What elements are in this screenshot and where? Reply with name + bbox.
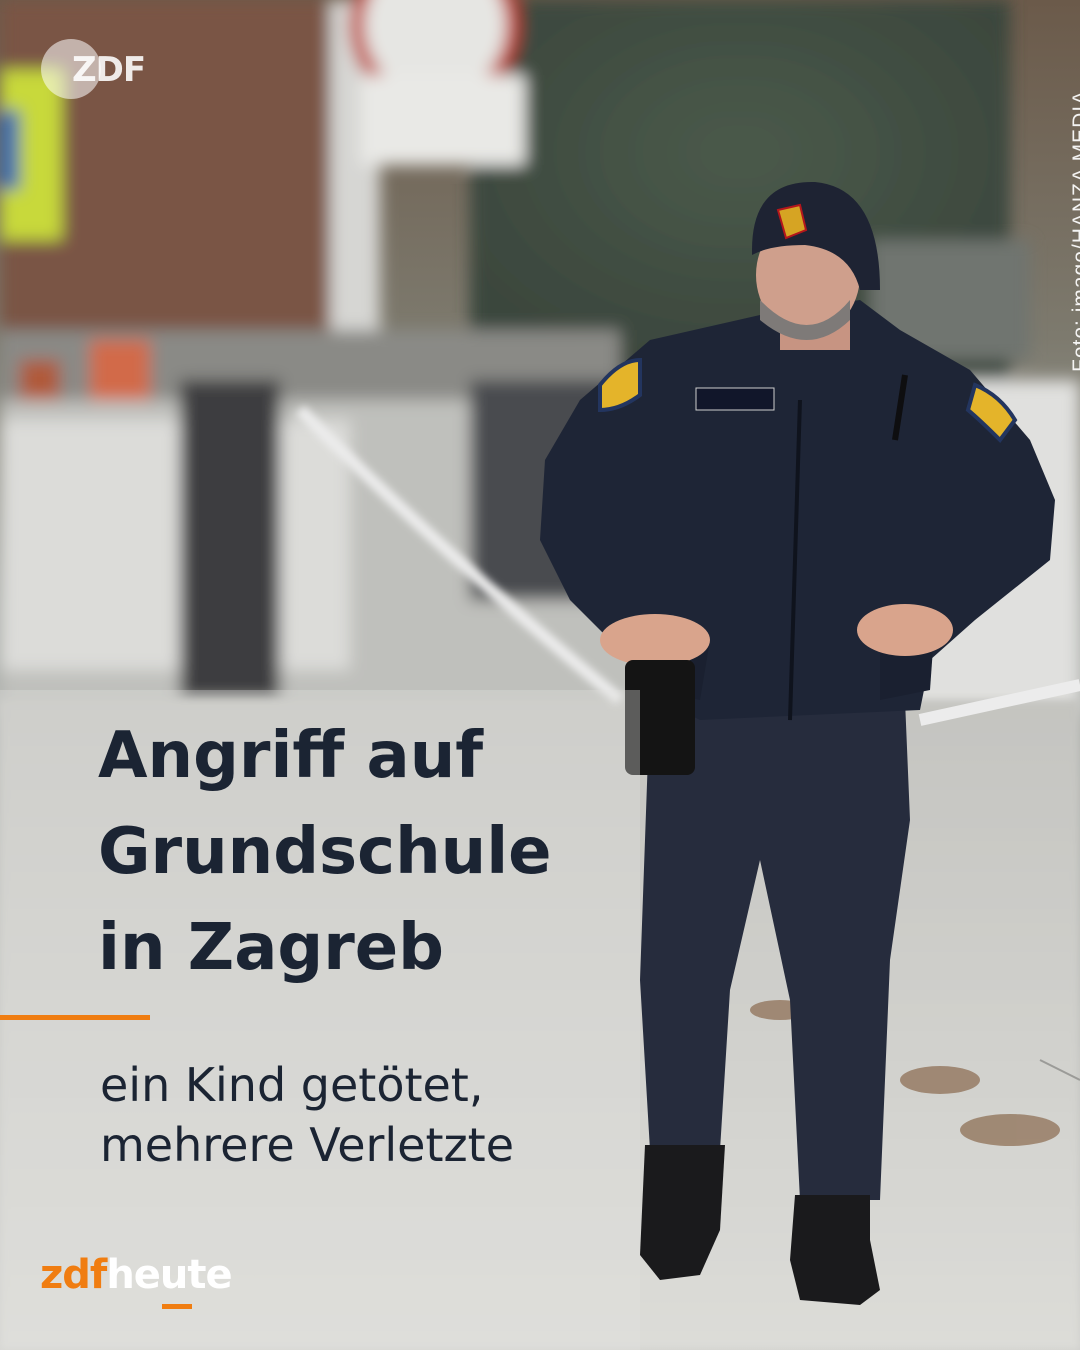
headline-line: Grundschule <box>98 815 552 889</box>
photo-credit: Foto: imago/HANZA MEDIA <box>1036 40 1080 372</box>
subtitle-line: ein Kind getötet, <box>100 1058 484 1112</box>
headline: Angriff auf Grundschule in Zagreb <box>98 708 658 996</box>
zdfheute-logo: zdfheute <box>40 1252 233 1312</box>
subtitle: ein Kind getötet, mehrere Verletzte <box>100 1055 514 1175</box>
post-canvas: ZDF Foto: imago/HANZA MEDIA Angriff auf … <box>0 0 1080 1350</box>
headline-line: in Zagreb <box>98 911 444 985</box>
brand-zdf: zdf <box>40 1252 107 1298</box>
subtitle-line: mehrere Verletzte <box>100 1118 514 1172</box>
zdf-watermark-text: ZDF <box>72 50 146 90</box>
headline-line: Angriff auf <box>98 719 484 793</box>
photo-credit-text: Foto: imago/HANZA MEDIA <box>1069 89 1080 372</box>
brand-heute: heute <box>106 1252 232 1298</box>
brand-underline <box>162 1304 192 1309</box>
accent-rule <box>0 1015 150 1020</box>
